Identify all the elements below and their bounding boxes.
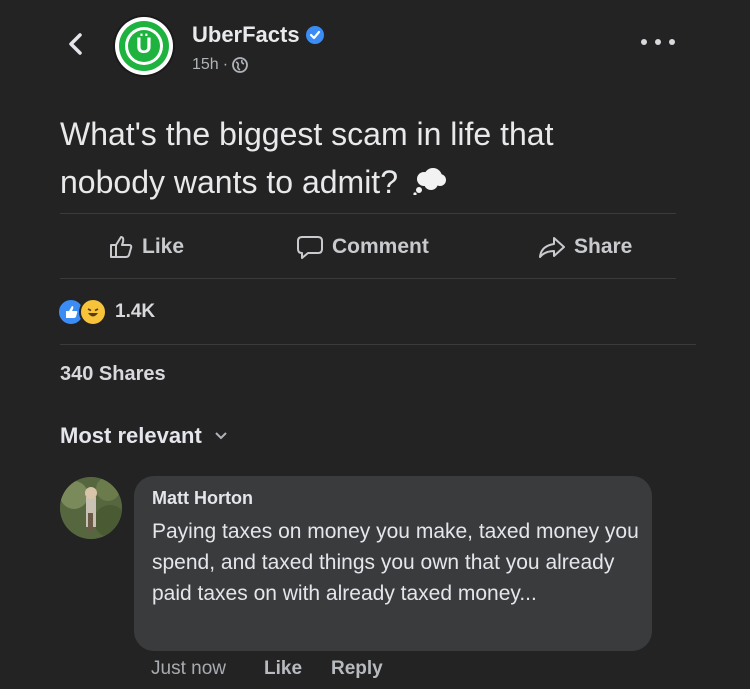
back-chevron-icon xyxy=(69,33,82,55)
page-name: UberFacts xyxy=(192,22,300,47)
post-time[interactable]: 15h xyxy=(192,56,219,74)
haha-reaction-icon xyxy=(79,298,107,326)
thumbs-up-icon xyxy=(110,236,133,258)
comment-like-button[interactable]: Like xyxy=(264,658,302,680)
avatar-letter: Ü xyxy=(136,33,152,58)
divider-stats xyxy=(60,344,696,345)
reactions-summary[interactable]: 1.4K xyxy=(57,298,155,326)
back-button[interactable] xyxy=(62,30,90,58)
page-avatar[interactable]: Ü xyxy=(113,15,175,77)
like-button[interactable]: Like xyxy=(108,226,184,268)
comment-author[interactable]: Matt Horton xyxy=(152,488,253,509)
chevron-down-icon xyxy=(215,432,227,440)
comment-text: Paying taxes on money you make, taxed mo… xyxy=(152,520,639,605)
sort-label: Most relevant xyxy=(60,423,202,448)
post-body: What's the biggest scam in life that nob… xyxy=(60,116,554,200)
like-label: Like xyxy=(142,235,185,258)
comment-time: Just now xyxy=(151,658,226,679)
share-button[interactable]: Share xyxy=(538,226,632,268)
shares-count[interactable]: 340 Shares xyxy=(60,363,166,386)
divider-top xyxy=(60,213,676,214)
comment-icon xyxy=(297,236,323,259)
meta-separator: · xyxy=(222,56,229,73)
comment-reply-button[interactable]: Reply xyxy=(331,658,383,680)
reaction-count: 1.4K xyxy=(115,301,156,322)
thought-bubble-icon xyxy=(413,168,446,196)
post-meta: 15h · xyxy=(192,56,248,74)
post-text: What's the biggest scam in life that nob… xyxy=(60,110,660,206)
commenter-avatar[interactable] xyxy=(60,477,122,539)
comment-label: Comment xyxy=(332,235,429,258)
divider-actions xyxy=(60,278,676,279)
page-name-link[interactable]: UberFacts xyxy=(192,22,324,48)
verified-badge-icon xyxy=(305,26,324,44)
globe-icon xyxy=(232,57,248,73)
commenter-photo-icon xyxy=(60,477,122,539)
comment-button[interactable]: Comment xyxy=(296,226,429,268)
comment-sort-dropdown[interactable]: Most relevant xyxy=(60,423,228,449)
share-label: Share xyxy=(574,235,633,258)
more-options-button[interactable] xyxy=(641,34,675,50)
more-dots-icon xyxy=(641,39,647,45)
share-arrow-icon xyxy=(539,237,565,258)
